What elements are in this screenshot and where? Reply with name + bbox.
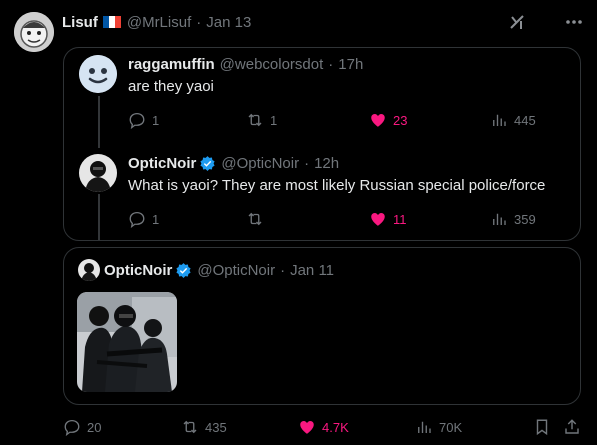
- tweet-date[interactable]: Jan 13: [206, 14, 251, 31]
- reply-button[interactable]: 1: [128, 111, 159, 129]
- views-button[interactable]: 70K: [415, 418, 462, 436]
- reply-button[interactable]: 1: [128, 210, 159, 228]
- views-count: 359: [514, 211, 536, 227]
- views-button[interactable]: 359: [490, 210, 536, 228]
- like-button[interactable]: 23: [369, 111, 407, 129]
- like-count: 23: [393, 112, 408, 128]
- repost-icon: [183, 420, 197, 434]
- views-icon: [418, 421, 431, 433]
- views-icon: [493, 213, 506, 225]
- heart-filled-icon: [371, 114, 385, 127]
- quoted-author-handle[interactable]: @OpticNoir: [197, 262, 275, 279]
- repost-button[interactable]: 1: [246, 111, 277, 129]
- reply-author-handle[interactable]: @OpticNoir: [221, 155, 299, 172]
- verified-badge-icon: [176, 263, 191, 278]
- views-button[interactable]: 445: [490, 111, 536, 129]
- reply-icon: [129, 211, 145, 228]
- reply-author-name[interactable]: OpticNoir: [128, 155, 196, 172]
- separator-dot: ·: [328, 56, 334, 73]
- france-flag-icon: [102, 16, 121, 28]
- author-handle[interactable]: @MrLisuf: [127, 14, 191, 31]
- separator-dot: ·: [280, 262, 286, 279]
- author-name[interactable]: Lisuf: [62, 14, 98, 31]
- like-button[interactable]: 11: [369, 210, 407, 228]
- opticnoir-avatar[interactable]: [78, 259, 100, 281]
- reply-text: are they yaoi: [128, 78, 214, 95]
- reply-count: 1: [152, 211, 160, 227]
- grok-icon[interactable]: [508, 13, 526, 31]
- raggamuffin-avatar[interactable]: [79, 55, 117, 93]
- reply-icon: [64, 419, 80, 436]
- bookmark-icon[interactable]: [533, 418, 551, 436]
- thread-line: [98, 194, 100, 240]
- share-icon[interactable]: [563, 418, 581, 436]
- like-count: 4.7K: [322, 419, 349, 435]
- verified-badge-icon: [200, 156, 215, 171]
- reply-author-name[interactable]: raggamuffin: [128, 56, 215, 73]
- repost-icon: [248, 113, 262, 127]
- reply-text: What is yaoi? They are most likely Russi…: [128, 177, 546, 194]
- views-count: 70K: [439, 419, 463, 435]
- heart-filled-icon: [371, 213, 385, 226]
- repost-button[interactable]: 435: [181, 418, 227, 436]
- more-options-icon[interactable]: [564, 14, 584, 30]
- repost-count: 1: [270, 112, 278, 128]
- thread-line: [98, 96, 100, 148]
- like-button[interactable]: 4.7K: [298, 418, 349, 436]
- like-count: 11: [393, 211, 407, 227]
- views-count: 445: [514, 112, 536, 128]
- quoted-date[interactable]: Jan 11: [290, 262, 334, 279]
- repost-button[interactable]: [246, 210, 270, 228]
- heart-filled-icon: [300, 421, 314, 434]
- reply-time[interactable]: 12h: [314, 155, 339, 172]
- author-avatar[interactable]: [14, 12, 54, 52]
- opticnoir-avatar[interactable]: [79, 154, 117, 192]
- reply-count: 1: [152, 112, 160, 128]
- separator-dot: ·: [196, 13, 202, 31]
- quoted-author-name[interactable]: OpticNoir: [104, 262, 172, 279]
- repost-count: 435: [205, 419, 227, 435]
- views-icon: [493, 114, 506, 126]
- separator-dot: ·: [304, 155, 310, 172]
- media-thumbnail[interactable]: [77, 292, 177, 392]
- repost-icon: [248, 212, 262, 226]
- reply-count: 20: [87, 419, 102, 435]
- reply-author-handle[interactable]: @webcolorsdot: [220, 56, 324, 73]
- reply-icon: [129, 112, 145, 129]
- reply-button[interactable]: 20: [63, 418, 101, 436]
- reply-time[interactable]: 17h: [338, 56, 363, 73]
